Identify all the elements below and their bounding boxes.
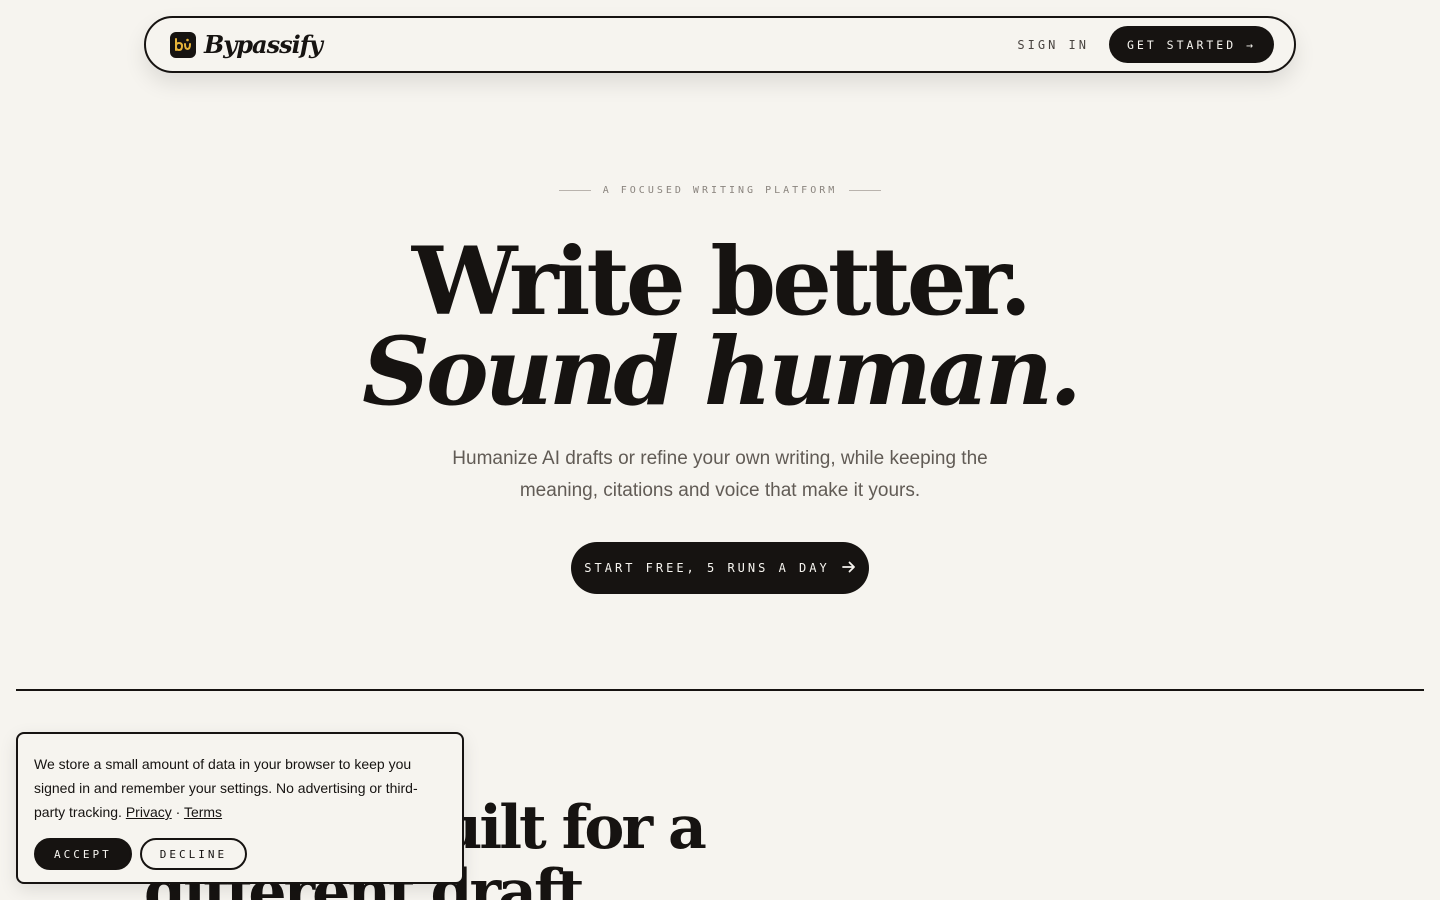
bi-logo-icon	[170, 31, 196, 58]
hero-title-line2: Sound human.	[362, 317, 1082, 427]
sign-in-link[interactable]: SIGN IN	[1017, 38, 1089, 52]
start-free-label: START FREE, 5 RUNS A DAY	[584, 561, 830, 575]
brand-name: Bypassify	[204, 30, 323, 59]
eyebrow-rule-left	[558, 190, 591, 191]
hero-subtitle: Humanize AI drafts or refine your own wr…	[452, 448, 988, 501]
arrow-right-icon	[841, 561, 856, 576]
cookie-banner: We store a small amount of data in your …	[16, 732, 464, 884]
brand[interactable]: Bypassify	[170, 30, 323, 59]
cookie-message: We store a small amount of data in your …	[34, 756, 418, 820]
eyebrow-rule-right	[849, 190, 882, 191]
link-separator: ·	[175, 804, 181, 820]
top-nav: Bypassify SIGN IN GET STARTED →	[144, 16, 1296, 73]
eyebrow-text: A FOCUSED WRITING PLATFORM	[602, 185, 838, 196]
accept-button[interactable]: ACCEPT	[34, 838, 132, 870]
terms-link[interactable]: Terms	[184, 804, 222, 820]
decline-button[interactable]: DECLINE	[139, 838, 248, 870]
get-started-button[interactable]: GET STARTED →	[1108, 26, 1274, 63]
eyebrow: A FOCUSED WRITING PLATFORM	[0, 185, 1440, 196]
cookie-text: We store a small amount of data in your …	[34, 752, 446, 824]
cookie-actions: ACCEPT DECLINE	[34, 838, 446, 870]
privacy-link[interactable]: Privacy	[126, 804, 172, 820]
section-divider	[16, 689, 1424, 691]
start-free-button[interactable]: START FREE, 5 RUNS A DAY	[571, 542, 869, 594]
